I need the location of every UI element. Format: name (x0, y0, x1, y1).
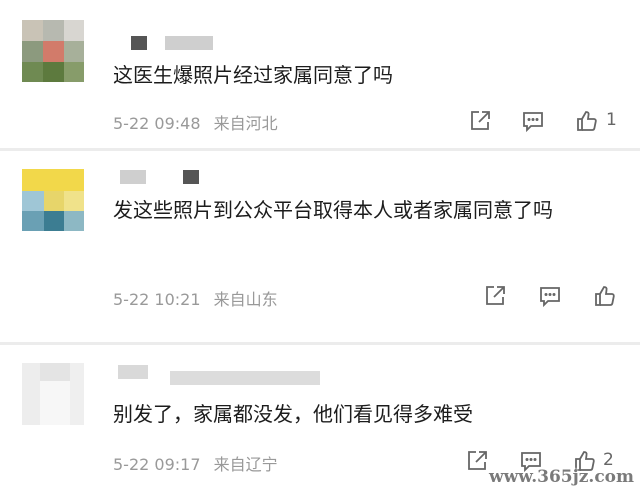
like-button[interactable] (572, 106, 602, 136)
username-blurred[interactable] (118, 365, 148, 379)
comment-meta: 5-22 09:48 来自河北 (113, 110, 286, 134)
share-icon (468, 451, 487, 470)
username-blurred[interactable] (183, 170, 199, 184)
comment-location: 来自山东 (213, 290, 278, 309)
comment-icon (540, 287, 560, 308)
comment-date: 5-22 09:48 (113, 114, 201, 133)
avatar[interactable] (22, 20, 84, 82)
thumbs-up-icon (577, 111, 597, 131)
share-button[interactable] (462, 446, 492, 476)
comment-date: 5-22 10:21 (113, 290, 201, 309)
comment-location: 来自河北 (213, 114, 278, 133)
username-blurred[interactable] (120, 170, 146, 184)
comment-text: 这医生爆照片经过家属同意了吗 (113, 63, 393, 87)
share-icon (486, 286, 505, 305)
comment-icon (523, 112, 543, 133)
like-button[interactable] (590, 281, 620, 311)
comment-text: 别发了，家属都没发，他们看见得多难受 (113, 402, 473, 426)
comment-meta: 5-22 10:21 来自山东 (113, 286, 286, 310)
share-icon (471, 111, 490, 130)
comment-meta: 5-22 09:17 来自辽宁 (113, 451, 286, 475)
avatar[interactable] (22, 169, 84, 231)
watermark: www.365jz.com (489, 467, 634, 487)
comment-card: 发这些照片到公众平台取得本人或者家属同意了吗 5-22 10:21 来自山东 (0, 151, 640, 342)
avatar[interactable] (22, 363, 84, 425)
comment-date: 5-22 09:17 (113, 455, 201, 474)
username-blurred[interactable] (131, 36, 147, 50)
comment-button[interactable] (518, 106, 548, 136)
share-button[interactable] (480, 281, 510, 311)
share-button[interactable] (465, 106, 495, 136)
comment-card: 这医生爆照片经过家属同意了吗 5-22 09:48 来自河北 1 (0, 0, 640, 148)
comment-text: 发这些照片到公众平台取得本人或者家属同意了吗 (113, 198, 553, 222)
username-blurred[interactable] (170, 371, 320, 385)
username-blurred[interactable] (165, 36, 213, 50)
thumbs-up-icon (595, 286, 615, 306)
comment-location: 来自辽宁 (213, 455, 278, 474)
comment-button[interactable] (535, 281, 565, 311)
like-count: 1 (606, 110, 617, 130)
